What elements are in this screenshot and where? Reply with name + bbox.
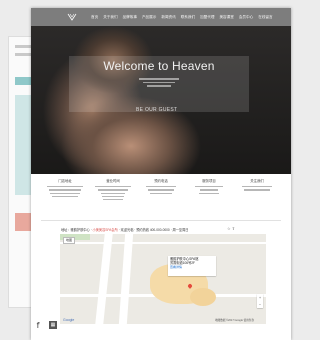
info-column: 服务项目: [189, 178, 229, 196]
map-terms[interactable]: 地图数据 ©2017 Google 使用条款: [215, 318, 254, 322]
nav-item-news[interactable]: 新闻资讯: [161, 15, 175, 20]
address-highlight[interactable]: 小美美容SPA会所: [93, 228, 118, 232]
map-road: [95, 234, 113, 324]
nav-item-products[interactable]: 产品展示: [142, 15, 156, 20]
website-preview-frame: 首页 关于我们 品牌故事 产品展示 新闻资讯 联系我们 加盟代理 美容课堂 会员…: [31, 8, 291, 340]
hero-banner: Welcome to Heaven BE OUR GUEST: [31, 26, 291, 174]
top-navigation: 首页 关于我们 品牌故事 产品展示 新闻资讯 联系我们 加盟代理 美容课堂 会员…: [31, 8, 291, 26]
info-column-heading: 营业时间: [106, 179, 120, 183]
share-icons: ☆ ⇪: [227, 226, 235, 231]
brand-logo[interactable]: [67, 13, 77, 21]
info-section: 门店地址 营业时间 预约电话 服务项目 关注我们: [31, 174, 291, 222]
map-road: [60, 242, 266, 244]
nav-item-contact[interactable]: 联系我们: [181, 15, 195, 20]
map-highlight-area: [190, 288, 216, 306]
hero-subtitle-lines: [139, 78, 179, 89]
address-rest: · 欢迎光临 · 预约热线 400-000-0000 · 周一至周日: [118, 228, 189, 232]
map-details-link[interactable]: 查看详情: [170, 265, 214, 269]
section-divider: [41, 220, 281, 221]
share-icon[interactable]: ⇪: [232, 226, 235, 231]
facebook-icon[interactable]: f: [33, 320, 43, 330]
zoom-in-icon[interactable]: +: [257, 294, 263, 301]
info-column: 营业时间: [93, 178, 133, 202]
nav-menu: 首页 关于我们 品牌故事 产品展示 新闻资讯 联系我们 加盟代理 美容课堂 会员…: [91, 15, 273, 20]
social-links: f ▦: [33, 320, 57, 330]
nav-item-message[interactable]: 在线留言: [258, 15, 272, 20]
address-text: 地址：雅韵护肤中心 ·: [61, 228, 92, 232]
nav-item-brand[interactable]: 品牌故事: [123, 15, 137, 20]
logo-icon: [67, 13, 77, 21]
nav-item-home[interactable]: 首页: [91, 15, 98, 20]
map-zoom-control[interactable]: + −: [257, 294, 263, 308]
zoom-out-icon[interactable]: −: [257, 301, 263, 308]
qrcode-icon[interactable]: ▦: [49, 321, 57, 329]
info-column: 门店地址: [45, 178, 85, 199]
info-column-heading: 预约电话: [154, 179, 168, 183]
hero-cta-button[interactable]: BE OUR GUEST: [136, 107, 177, 113]
address-line: 地址：雅韵护肤中心 · 小美美容SPA会所 · 欢迎光临 · 预约热线 400-…: [61, 227, 188, 232]
hero-title: Welcome to Heaven: [103, 59, 215, 73]
nav-item-join[interactable]: 加盟代理: [200, 15, 214, 20]
info-column-heading: 门店地址: [58, 179, 72, 183]
info-column-heading: 服务项目: [202, 179, 216, 183]
info-column-heading: 关注我们: [250, 179, 264, 183]
info-column: 预约电话: [141, 178, 181, 196]
info-column: 关注我们: [237, 178, 277, 193]
map-type-tab[interactable]: 地图: [63, 237, 75, 244]
nav-item-class[interactable]: 美容课堂: [219, 15, 233, 20]
star-icon[interactable]: ☆: [227, 226, 231, 231]
nav-item-member[interactable]: 会员中心: [239, 15, 253, 20]
location-map[interactable]: 地图 雅韵护肤中心SPA馆 芳香街道106号2F 查看详情 + − Google…: [60, 234, 266, 324]
map-info-window: 雅韵护肤中心SPA馆 芳香街道106号2F 查看详情: [168, 256, 216, 276]
nav-item-about[interactable]: 关于我们: [103, 15, 117, 20]
map-road: [118, 234, 134, 324]
google-logo: Google: [63, 318, 75, 322]
